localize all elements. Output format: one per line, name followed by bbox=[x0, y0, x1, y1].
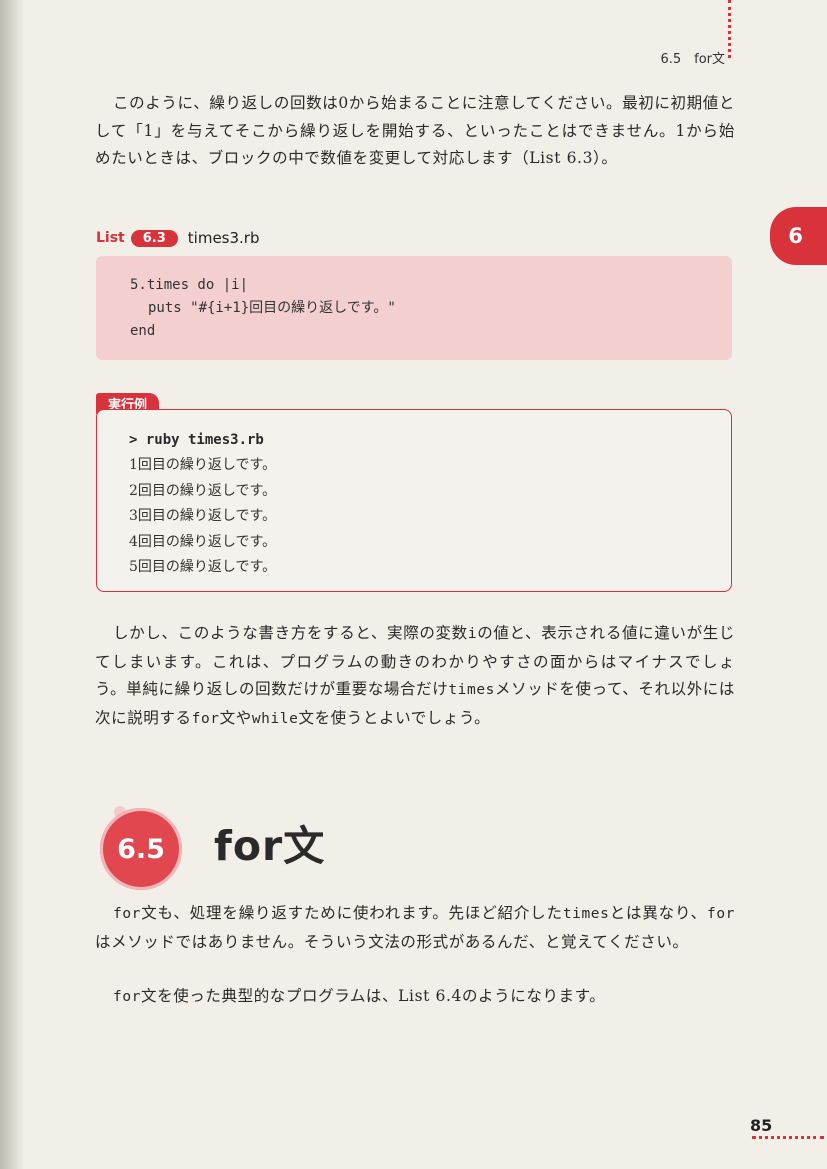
run-output-line: 5回目の繰り返しです。 bbox=[129, 559, 277, 575]
section-title: for文 bbox=[214, 822, 326, 870]
run-example-box: > ruby times3.rb 1回目の繰り返しです。 2回目の繰り返しです。… bbox=[96, 409, 732, 592]
list-filename: times3.rb bbox=[187, 229, 260, 247]
code-inline: i bbox=[467, 626, 478, 642]
text-span: とは異なり、 bbox=[609, 904, 708, 922]
text-span: 文を使うとよいでしょう。 bbox=[298, 708, 491, 727]
decorative-dots-top bbox=[728, 0, 731, 58]
paragraph-for-list: for文を使った典型的なプログラムは、List 6.4のようになります。 bbox=[95, 983, 735, 1012]
section-number-badge: 6.5 bbox=[100, 808, 182, 890]
paragraph-times-note: しかし、このような書き方をすると、実際の変数iの値と、表示される値に違いが生じて… bbox=[95, 620, 735, 733]
list-label: List bbox=[96, 230, 125, 246]
run-output-line: 4回目の繰り返しです。 bbox=[129, 533, 277, 550]
run-output-line: 1回目の繰り返しです。 bbox=[129, 457, 277, 473]
paragraph-intro-text: このように、繰り返しの回数は0から始まることに注意してください。最初に初期値とし… bbox=[95, 94, 735, 167]
code-line: 5.times do |i| bbox=[130, 277, 249, 293]
chapter-tab: 6 bbox=[770, 207, 827, 265]
list-number-badge: 6.3 bbox=[130, 229, 178, 247]
text-span: 文も、処理を繰り返すために使われます。先ほど紹介した bbox=[141, 904, 563, 922]
list-caption: List 6.3 times3.rb bbox=[96, 227, 260, 249]
code-inline: while bbox=[251, 710, 299, 727]
run-output-line: 3回目の繰り返しです。 bbox=[129, 508, 277, 524]
text-span: 文を使った典型的なプログラムは、List 6.4のようになります。 bbox=[141, 987, 606, 1005]
code-inline: for bbox=[113, 989, 141, 1005]
running-header: 6.5 for文 bbox=[660, 52, 725, 67]
text-span: しかし、このような書き方をすると、実際の変数 bbox=[113, 624, 468, 642]
text-span: 文や bbox=[219, 708, 252, 727]
paragraph-intro: このように、繰り返しの回数は0から始まることに注意してください。最初に初期値とし… bbox=[95, 90, 735, 173]
code-inline: for bbox=[191, 710, 220, 727]
code-inline: for bbox=[113, 906, 141, 922]
paragraph-for-intro: for文も、処理を繰り返すために使われます。先ほど紹介したtimesとは異なり、… bbox=[95, 900, 735, 956]
code-line: end bbox=[130, 323, 156, 339]
code-inline: times bbox=[448, 682, 495, 698]
code-inline: times bbox=[562, 906, 610, 922]
code-inline: for bbox=[707, 906, 736, 922]
code-line: puts "#{i+1}回目の繰り返しです。" bbox=[148, 300, 396, 316]
decorative-dots-bottom bbox=[752, 1136, 824, 1139]
page-number: 85 bbox=[750, 1116, 773, 1135]
binding-gutter bbox=[0, 0, 24, 1169]
run-output-line: 2回目の繰り返しです。 bbox=[129, 482, 277, 499]
run-command: > ruby times3.rb bbox=[129, 432, 264, 448]
code-listing: 5.times do |i| puts "#{i+1}回目の繰り返しです。" e… bbox=[96, 256, 732, 360]
text-span: はメソッドではありません。そういう文法の形式があるんだ、と覚えてください。 bbox=[95, 932, 689, 951]
